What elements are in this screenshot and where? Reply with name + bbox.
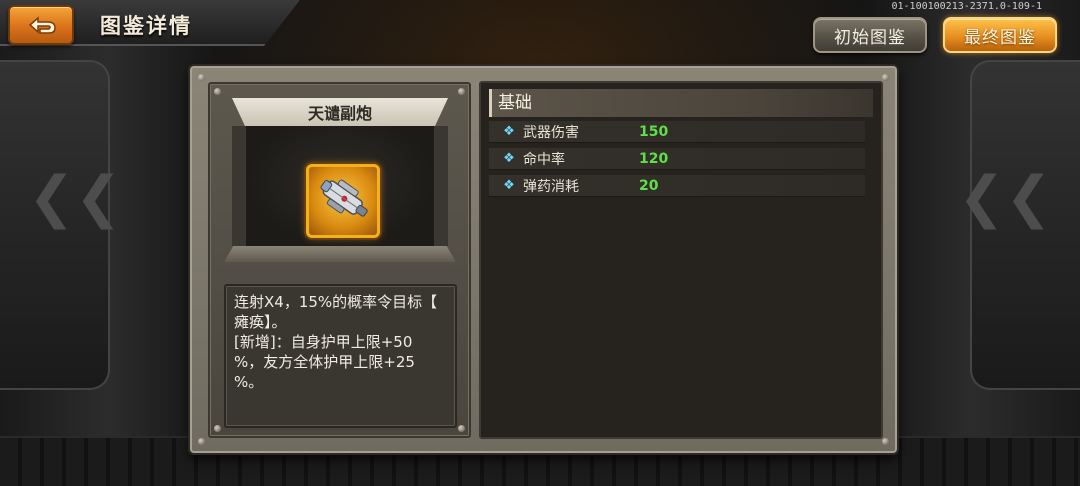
rivet	[458, 88, 465, 95]
initial-codex-button[interactable]: 初始图鉴	[813, 17, 927, 53]
final-codex-button[interactable]: 最终图鉴	[943, 17, 1057, 53]
rivet	[458, 425, 465, 432]
diamond-bullet-icon: ❖	[503, 124, 515, 139]
page-title: 图鉴详情	[100, 14, 192, 38]
item-display-shelf	[224, 246, 456, 262]
diamond-bullet-icon: ❖	[503, 178, 515, 193]
detail-panel: 天谴副炮 连射X4，15%的概率令目标【 瘫痪】。 [新增]：自身护甲上限+50	[190, 66, 897, 453]
diamond-bullet-icon: ❖	[503, 151, 515, 166]
chevron-right-decor-icon: ❮❮	[958, 165, 1052, 230]
stat-label: 弹药消耗	[523, 178, 579, 195]
stats-section-title: 基础	[489, 89, 873, 117]
rivet	[198, 74, 205, 81]
stat-row: ❖ 武器伤害 150	[489, 121, 865, 143]
rivet	[882, 438, 889, 445]
cannon-weapon-icon	[312, 168, 374, 234]
item-icon-frame[interactable]	[306, 164, 380, 238]
rivet	[198, 438, 205, 445]
stats-panel: 基础 ❖ 武器伤害 150 ❖ 命中率 120 ❖ 弹药消耗 20	[479, 81, 883, 439]
rivet	[882, 74, 889, 81]
return-arrow-icon	[22, 14, 60, 36]
rivet	[214, 88, 221, 95]
rivet	[214, 425, 221, 432]
stat-value: 120	[639, 150, 669, 167]
item-showcase: 天谴副炮 连射X4，15%的概率令目标【 瘫痪】。 [新增]：自身护甲上限+50	[208, 82, 471, 438]
stat-row: ❖ 命中率 120	[489, 148, 865, 170]
stat-value: 20	[639, 177, 659, 194]
item-name: 天谴副炮	[232, 98, 448, 126]
item-description: 连射X4，15%的概率令目标【 瘫痪】。 [新增]：自身护甲上限+50 %，友方…	[224, 284, 457, 428]
stat-row: ❖ 弹药消耗 20	[489, 175, 865, 197]
chevron-left-decor-icon: ❮❮	[28, 165, 122, 230]
version-text: 01-100100213-2371.0-109-1	[891, 1, 1042, 12]
stat-label: 命中率	[523, 151, 565, 168]
back-button[interactable]	[8, 5, 74, 45]
stat-value: 150	[639, 123, 669, 140]
stat-label: 武器伤害	[523, 124, 579, 141]
